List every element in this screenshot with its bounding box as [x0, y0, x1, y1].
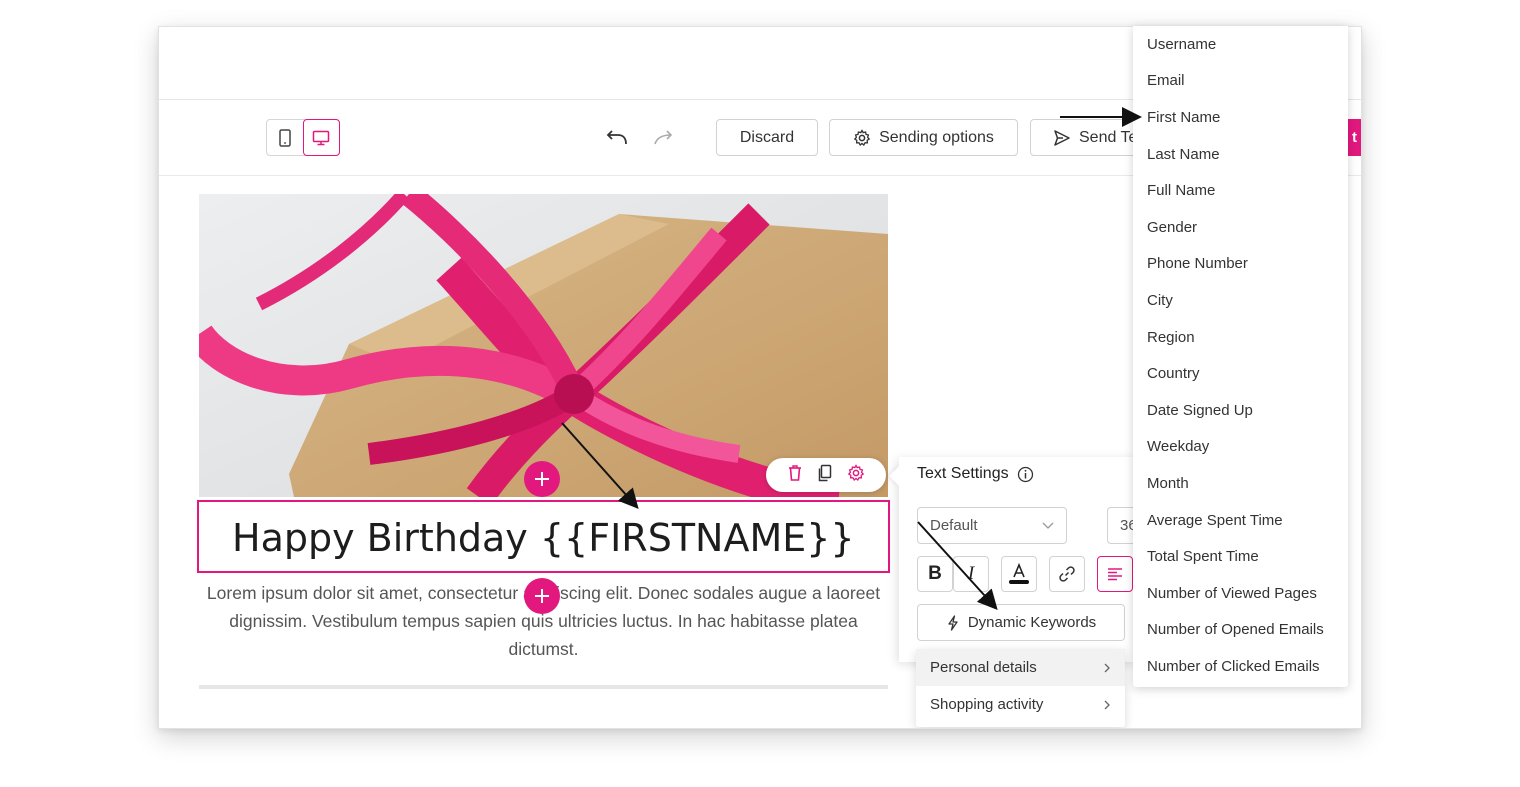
- keyword-item-region[interactable]: Region: [1133, 319, 1348, 356]
- keyword-item-weekday[interactable]: Weekday: [1133, 429, 1348, 466]
- discard-label: Discard: [739, 128, 795, 146]
- desktop-view-button[interactable]: [302, 119, 340, 156]
- gift-illustration: [199, 194, 888, 497]
- text-settings-panel: Text Settings Default 36 B I Dynamic Key…: [899, 457, 1147, 662]
- italic-label: I: [967, 563, 975, 584]
- block-settings-button[interactable]: [847, 463, 865, 487]
- gift-image[interactable]: [199, 194, 888, 497]
- menu-item-shopping-activity[interactable]: Shopping activity: [916, 686, 1125, 723]
- redo-icon: [654, 130, 673, 145]
- keyword-label: Username: [1147, 35, 1217, 53]
- keyword-item-first-name[interactable]: First Name: [1133, 99, 1348, 136]
- keyword-item-gender[interactable]: Gender: [1133, 209, 1348, 246]
- keyword-label: Number of Clicked Emails: [1147, 657, 1320, 675]
- undo-button[interactable]: [606, 127, 630, 152]
- heading-text-block[interactable]: Happy Birthday {{FIRSTNAME}}: [197, 500, 890, 573]
- send-icon: [1054, 129, 1070, 146]
- lightning-icon: [948, 614, 958, 631]
- keyword-label: Number of Opened Emails: [1147, 621, 1324, 639]
- copy-icon: [818, 464, 832, 481]
- add-block-button[interactable]: [524, 461, 560, 497]
- keyword-item-total-spent-time[interactable]: Total Spent Time: [1133, 538, 1348, 575]
- link-button[interactable]: [1049, 556, 1085, 592]
- keyword-item-email[interactable]: Email: [1133, 63, 1348, 100]
- chevron-right-icon: [1104, 663, 1110, 672]
- keyword-item-phone-number[interactable]: Phone Number: [1133, 246, 1348, 283]
- keyword-item-viewed-pages[interactable]: Number of Viewed Pages: [1133, 575, 1348, 612]
- info-icon[interactable]: [1017, 466, 1034, 483]
- content-divider: [199, 685, 888, 689]
- trash-icon: [789, 464, 801, 481]
- send-test-label: Send Te: [1079, 128, 1138, 146]
- keyword-item-city[interactable]: City: [1133, 282, 1348, 319]
- personal-details-keywords-menu: Username Email First Name Last Name Full…: [1133, 26, 1348, 687]
- keyword-label: City: [1147, 291, 1173, 309]
- font-family-select[interactable]: Default: [917, 507, 1067, 544]
- keyword-label: Month: [1147, 474, 1189, 492]
- primary-action-label: t: [1352, 129, 1357, 146]
- bold-button[interactable]: B: [917, 556, 953, 592]
- text-settings-label: Text Settings: [917, 465, 1009, 482]
- keyword-item-country[interactable]: Country: [1133, 355, 1348, 392]
- heading-text[interactable]: Happy Birthday {{FIRSTNAME}}: [232, 516, 855, 560]
- keyword-item-full-name[interactable]: Full Name: [1133, 172, 1348, 209]
- keyword-label: Weekday: [1147, 438, 1210, 456]
- duplicate-block-button[interactable]: [817, 464, 833, 487]
- keyword-label: Email: [1147, 72, 1185, 90]
- link-icon: [1059, 566, 1075, 582]
- keyword-label: Date Signed Up: [1147, 401, 1253, 419]
- menu-item-label: Personal details: [930, 659, 1037, 676]
- keyword-label: Total Spent Time: [1147, 548, 1259, 566]
- keyword-label: Gender: [1147, 218, 1198, 236]
- block-actions: [766, 458, 886, 492]
- device-toggle: [266, 119, 340, 156]
- dynamic-keywords-button[interactable]: Dynamic Keywords: [917, 604, 1125, 641]
- dynamic-keywords-label: Dynamic Keywords: [967, 614, 1097, 631]
- delete-block-button[interactable]: [787, 464, 803, 487]
- menu-item-personal-details[interactable]: Personal details: [916, 649, 1125, 686]
- keyword-item-clicked-emails[interactable]: Number of Clicked Emails: [1133, 648, 1348, 685]
- keyword-label: Average Spent Time: [1147, 511, 1283, 529]
- dynamic-keywords-menu: Personal details Shopping activity: [916, 649, 1125, 727]
- plus-icon: [535, 472, 549, 486]
- keyword-item-username[interactable]: Username: [1133, 26, 1348, 63]
- mobile-view-button[interactable]: [267, 120, 303, 155]
- desktop-icon: [313, 130, 330, 145]
- bold-label: B: [928, 563, 942, 584]
- redo-button[interactable]: [651, 127, 675, 152]
- add-block-button[interactable]: [524, 578, 560, 614]
- keyword-item-average-spent-time[interactable]: Average Spent Time: [1133, 502, 1348, 539]
- gear-icon: [847, 463, 865, 481]
- keyword-label: First Name: [1147, 108, 1221, 126]
- sending-options-button[interactable]: Sending options: [829, 119, 1018, 156]
- align-left-icon: [1108, 568, 1122, 581]
- keyword-label: Phone Number: [1147, 255, 1248, 273]
- text-settings-title: Text Settings: [917, 465, 1034, 483]
- keyword-label: Number of Viewed Pages: [1147, 584, 1317, 602]
- menu-item-label: Shopping activity: [930, 696, 1044, 713]
- text-color-button[interactable]: [1001, 556, 1037, 592]
- chevron-down-icon: [1042, 522, 1054, 529]
- sending-options-label: Sending options: [879, 128, 994, 146]
- keyword-item-month[interactable]: Month: [1133, 465, 1348, 502]
- keyword-label: Country: [1147, 365, 1200, 383]
- keyword-label: Region: [1147, 328, 1195, 346]
- keyword-item-opened-emails[interactable]: Number of Opened Emails: [1133, 612, 1348, 649]
- undo-icon: [606, 130, 627, 145]
- keyword-item-last-name[interactable]: Last Name: [1133, 136, 1348, 173]
- gear-icon: [853, 128, 871, 146]
- plus-icon: [535, 589, 549, 603]
- chevron-right-icon: [1104, 700, 1110, 709]
- keyword-item-date-signed-up[interactable]: Date Signed Up: [1133, 392, 1348, 429]
- discard-button[interactable]: Discard: [716, 119, 818, 156]
- keyword-label: Last Name: [1147, 145, 1220, 163]
- italic-button[interactable]: I: [953, 556, 989, 592]
- mobile-icon: [279, 128, 291, 147]
- text-color-icon: [1009, 562, 1029, 584]
- font-family-value: Default: [930, 517, 978, 534]
- keyword-label: Full Name: [1147, 182, 1216, 200]
- align-left-button[interactable]: [1097, 556, 1133, 592]
